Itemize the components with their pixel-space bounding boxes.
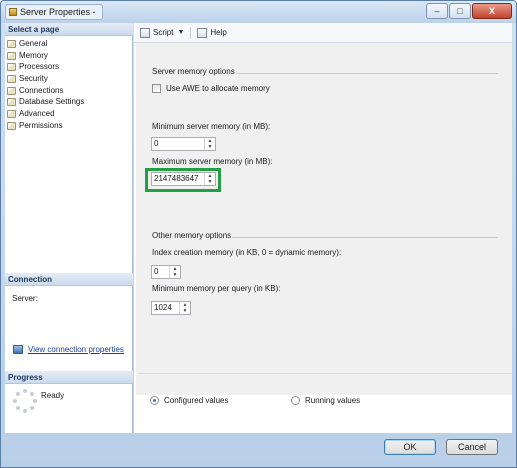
help-label: Help [210,28,227,37]
page-icon [7,86,16,95]
page-icon [7,63,16,72]
running-values-label: Running values [305,396,361,405]
connection-header: Connection [5,273,133,286]
sidebar-item-label: Permissions [19,120,63,130]
view-connection-properties-text: View connection properties [28,345,124,354]
page-icon [7,74,16,83]
maximize-button[interactable]: □ [449,3,471,19]
page-icon [7,51,16,60]
script-button[interactable]: Script ▼ [140,27,184,38]
title-bar[interactable]: Server Properties - – □ X [1,1,516,23]
configured-values-radio[interactable] [150,396,159,405]
configured-values-radio-row[interactable]: Configured values [150,396,228,405]
min-memory-per-query-value[interactable]: 1024 [152,302,179,314]
awe-checkbox-row[interactable]: Use AWE to allocate memory [152,84,270,93]
min-server-memory-label: Minimum server memory (in MB): [152,122,271,131]
progress-spinner-icon [13,389,37,413]
group-divider [232,237,498,238]
progress-status: Ready [41,391,65,400]
sidebar-item-label: Database Settings [19,97,85,107]
down-arrow-icon[interactable]: ▼ [205,144,215,150]
right-pane: Script ▼ Help Server memory options Use … [134,23,512,433]
server-memory-options-header: Server memory options [152,67,235,76]
server-label: Server: [12,294,38,303]
window-controls: – □ X [425,3,512,19]
script-icon [140,27,150,38]
sidebar-item-advanced[interactable]: Advanced [7,108,84,120]
toolbar-divider [190,26,192,39]
page-icon [7,39,16,48]
group-divider [236,73,498,74]
index-creation-memory-value[interactable]: 0 [152,266,169,278]
connection-properties-icon [13,345,23,354]
sidebar-item-processors[interactable]: Processors [7,61,84,73]
memory-page-content: Server memory options Use AWE to allocat… [136,43,512,405]
index-creation-memory-label: Index creation memory (in KB, 0 = dynami… [152,248,342,257]
chevron-down-icon[interactable]: ▼ [177,29,184,36]
stepper-arrows[interactable]: ▲ ▼ [169,266,180,278]
select-page-header: Select a page [5,23,133,36]
view-connection-properties-link[interactable]: View connection properties [13,345,124,354]
min-memory-per-query-label: Minimum memory per query (in KB): [152,284,281,293]
configured-values-label: Configured values [164,396,229,405]
min-server-memory-value[interactable]: 0 [152,138,204,150]
ok-button[interactable]: OK [384,439,436,455]
sidebar-item-permissions[interactable]: Permissions [7,120,84,132]
min-server-memory-stepper[interactable]: 0 ▲ ▼ [151,137,216,151]
awe-checkbox[interactable] [152,84,161,93]
down-arrow-icon[interactable]: ▼ [180,308,190,314]
sidebar-item-label: Connections [19,85,64,95]
left-pane: Select a page General Memory Processors … [5,23,133,433]
index-creation-memory-stepper[interactable]: 0 ▲ ▼ [151,265,181,279]
stepper-arrows[interactable]: ▲ ▼ [204,138,215,150]
cancel-button[interactable]: Cancel [446,439,498,455]
sidebar-item-label: General [19,39,48,48]
sidebar-item-label: Processors [19,62,60,72]
server-properties-window: Server Properties - – □ X Select a page … [0,0,517,468]
page-list: General Memory Processors Security Conne… [7,38,84,132]
toolbar: Script ▼ Help [134,23,512,43]
min-memory-per-query-stepper[interactable]: 1024 ▲ ▼ [151,301,191,315]
max-server-memory-label: Maximum server memory (in MB): [152,157,273,166]
options-divider [138,373,512,374]
running-values-radio[interactable] [291,396,300,405]
sidebar-item-security[interactable]: Security [7,73,84,85]
page-icon [7,109,16,118]
app-icon [9,8,17,16]
sidebar-item-label: Security [19,74,48,84]
sidebar-item-memory[interactable]: Memory [7,50,84,62]
running-values-radio-row[interactable]: Running values [291,396,360,405]
other-memory-options-header: Other memory options [152,231,232,240]
close-button[interactable]: X [472,3,512,19]
awe-label: Use AWE to allocate memory [166,84,270,93]
sidebar-item-general[interactable]: General [7,38,84,50]
script-label: Script [153,28,174,37]
stepper-arrows[interactable]: ▲ ▼ [179,302,190,314]
window-title-text: Server Properties - [20,7,96,17]
sidebar-item-label: Memory [19,50,48,60]
page-icon [7,98,16,107]
minimize-button[interactable]: – [426,3,448,19]
progress-header: Progress [5,371,133,384]
help-icon [197,27,208,38]
window-title: Server Properties - [5,4,103,20]
help-button[interactable]: Help [197,27,227,38]
max-memory-highlight-box [145,168,221,192]
down-arrow-icon[interactable]: ▼ [170,272,180,278]
sidebar-item-label: Advanced [19,109,55,119]
sidebar-item-database-settings[interactable]: Database Settings [7,96,84,108]
sidebar-item-connections[interactable]: Connections [7,85,84,97]
page-icon [7,121,16,130]
